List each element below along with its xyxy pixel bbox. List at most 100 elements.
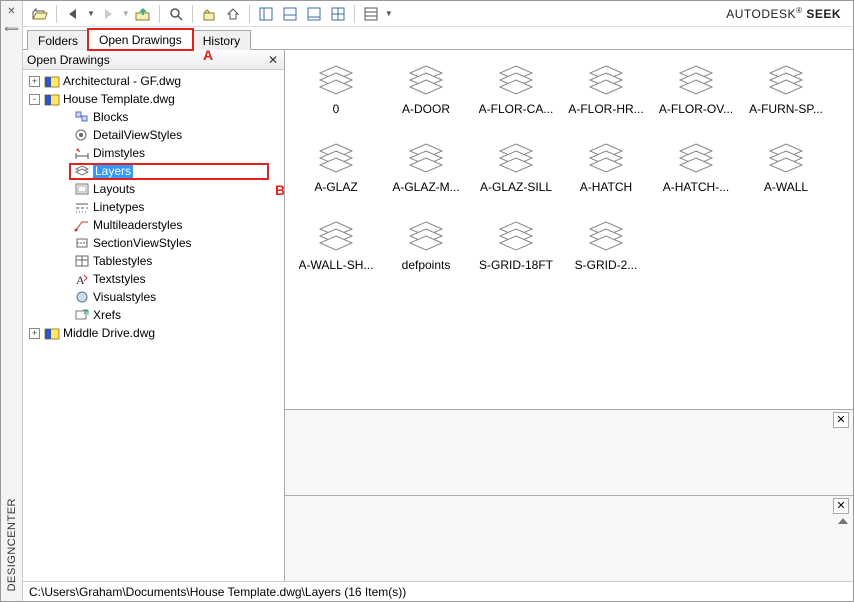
layouts-icon xyxy=(74,181,90,197)
layer-item[interactable]: A-GLAZ xyxy=(293,140,379,194)
twist-spacer xyxy=(59,292,70,303)
tree-pane: Open Drawings ✕ +Architectural - GF.dwg-… xyxy=(23,50,285,581)
layer-item[interactable]: S-GRID-2... xyxy=(563,218,649,272)
layer-item[interactable]: A-WALL xyxy=(743,140,829,194)
expand-icon[interactable]: + xyxy=(29,328,40,339)
tree-node-label: House Template.dwg xyxy=(63,92,175,106)
layers-icon xyxy=(676,62,716,98)
back-button[interactable] xyxy=(62,4,84,24)
tree-node-label: Tablestyles xyxy=(93,254,152,268)
tree-pane-header: Open Drawings ✕ xyxy=(23,50,284,70)
brand-label: AUTODESK® SEEK xyxy=(726,6,847,21)
tree-node[interactable]: DetailViewStyles xyxy=(23,126,284,144)
blocks-icon xyxy=(74,109,90,125)
tree-node[interactable]: Linetypes xyxy=(23,198,284,216)
tab-history[interactable]: History xyxy=(192,30,251,50)
layer-item[interactable]: A-FLOR-CA... xyxy=(473,62,559,116)
twist-spacer xyxy=(59,220,70,231)
layers-icon xyxy=(586,140,626,176)
layers-icon xyxy=(316,62,356,98)
expand-icon[interactable]: + xyxy=(29,76,40,87)
layer-item[interactable]: A-FLOR-OV... xyxy=(653,62,739,116)
work-area: Open Drawings ✕ +Architectural - GF.dwg-… xyxy=(23,49,853,581)
load-button[interactable] xyxy=(29,4,51,24)
layer-item[interactable]: defpoints xyxy=(383,218,469,272)
layer-item[interactable]: S-GRID-18FT xyxy=(473,218,559,272)
tree-node-label: Multileaderstyles xyxy=(93,218,182,232)
tree-node[interactable]: Layouts xyxy=(23,180,284,198)
layers-icon xyxy=(406,218,446,254)
views-button[interactable] xyxy=(360,4,382,24)
tab-open-drawings[interactable]: Open Drawings xyxy=(88,29,193,50)
layers-icon xyxy=(496,62,536,98)
up-button[interactable] xyxy=(132,4,154,24)
preview-toggle-button[interactable] xyxy=(279,4,301,24)
layer-item[interactable]: A-GLAZ-SILL xyxy=(473,140,559,194)
favorites-button[interactable] xyxy=(198,4,220,24)
forward-button[interactable] xyxy=(97,4,119,24)
layers-icon xyxy=(406,140,446,176)
layers-icon xyxy=(74,163,90,179)
close-icon[interactable]: ✕ xyxy=(5,5,19,19)
layer-label: A-DOOR xyxy=(402,102,450,116)
tab-bar: FoldersOpen DrawingsHistoryA xyxy=(23,27,853,49)
tree-node[interactable]: ATextstyles xyxy=(23,270,284,288)
layout-toggle-button[interactable] xyxy=(327,4,349,24)
dwg-icon xyxy=(44,91,60,107)
tree-node-label: Layouts xyxy=(93,182,135,196)
layer-item[interactable]: A-DOOR xyxy=(383,62,469,116)
forward-dropdown[interactable]: ▼ xyxy=(121,9,130,18)
twist-spacer xyxy=(59,184,70,195)
layer-label: A-HATCH xyxy=(580,180,632,194)
layers-icon xyxy=(766,62,806,98)
layer-item[interactable]: 0 xyxy=(293,62,379,116)
description-close-icon[interactable]: ✕ xyxy=(833,498,849,514)
layer-label: S-GRID-18FT xyxy=(479,258,553,272)
tree-node[interactable]: +Middle Drive.dwg xyxy=(23,324,284,342)
detailview-icon xyxy=(74,127,90,143)
description-toggle-button[interactable] xyxy=(303,4,325,24)
tree-toggle-button[interactable] xyxy=(255,4,277,24)
layer-label: A-GLAZ xyxy=(314,180,357,194)
preview-close-icon[interactable]: ✕ xyxy=(833,412,849,428)
twist-spacer xyxy=(59,130,70,141)
tree-node-label: Textstyles xyxy=(93,272,146,286)
tree-node[interactable]: Blocks xyxy=(23,108,284,126)
twist-spacer xyxy=(59,148,70,159)
search-button[interactable] xyxy=(165,4,187,24)
tree-node[interactable]: - House Template.dwg xyxy=(23,90,284,108)
back-dropdown[interactable]: ▼ xyxy=(86,9,95,18)
tree-node[interactable]: Xrefs xyxy=(23,306,284,324)
tree-node[interactable]: Tablestyles xyxy=(23,252,284,270)
layer-item[interactable]: A-HATCH xyxy=(563,140,649,194)
pin-icon[interactable]: ⟸ xyxy=(5,23,19,37)
layer-item[interactable]: A-FURN-SP... xyxy=(743,62,829,116)
home-button[interactable] xyxy=(222,4,244,24)
tree-node[interactable]: Multileaderstyles xyxy=(23,216,284,234)
layer-label: A-WALL-SH... xyxy=(299,258,374,272)
linetypes-icon xyxy=(74,199,90,215)
collapse-icon[interactable]: - xyxy=(29,94,40,105)
drawing-tree[interactable]: +Architectural - GF.dwg - House Template.d… xyxy=(23,70,284,581)
tree-node[interactable]: Layers xyxy=(23,162,284,180)
tree-pane-close-icon[interactable]: ✕ xyxy=(266,53,280,67)
layers-icon xyxy=(316,218,356,254)
tree-node[interactable]: +Architectural - GF.dwg xyxy=(23,72,284,90)
layer-item[interactable]: A-WALL-SH... xyxy=(293,218,379,272)
tree-node[interactable]: Dimstyles xyxy=(23,144,284,162)
layer-item[interactable]: A-GLAZ-M... xyxy=(383,140,469,194)
layer-label: S-GRID-2... xyxy=(575,258,638,272)
twist-spacer xyxy=(59,310,70,321)
tree-node[interactable]: SectionViewStyles xyxy=(23,234,284,252)
layers-icon xyxy=(766,140,806,176)
views-dropdown[interactable]: ▼ xyxy=(384,9,393,18)
layer-item[interactable]: A-HATCH-... xyxy=(653,140,739,194)
layer-grid[interactable]: 0 A-DOOR A-FLOR-CA...A-FLOR-HR...A-FLOR-OV… xyxy=(285,50,853,409)
designcenter-window: ✕ ⟸ DESIGNCENTER ▼ ▼ xyxy=(0,0,854,602)
layer-item[interactable]: A-FLOR-HR... xyxy=(563,62,649,116)
layer-label: A-FURN-SP... xyxy=(749,102,823,116)
tree-node-label: Layers xyxy=(93,164,133,178)
tab-folders[interactable]: Folders xyxy=(27,30,89,50)
tree-node[interactable]: Visualstyles xyxy=(23,288,284,306)
twist-spacer xyxy=(59,202,70,213)
